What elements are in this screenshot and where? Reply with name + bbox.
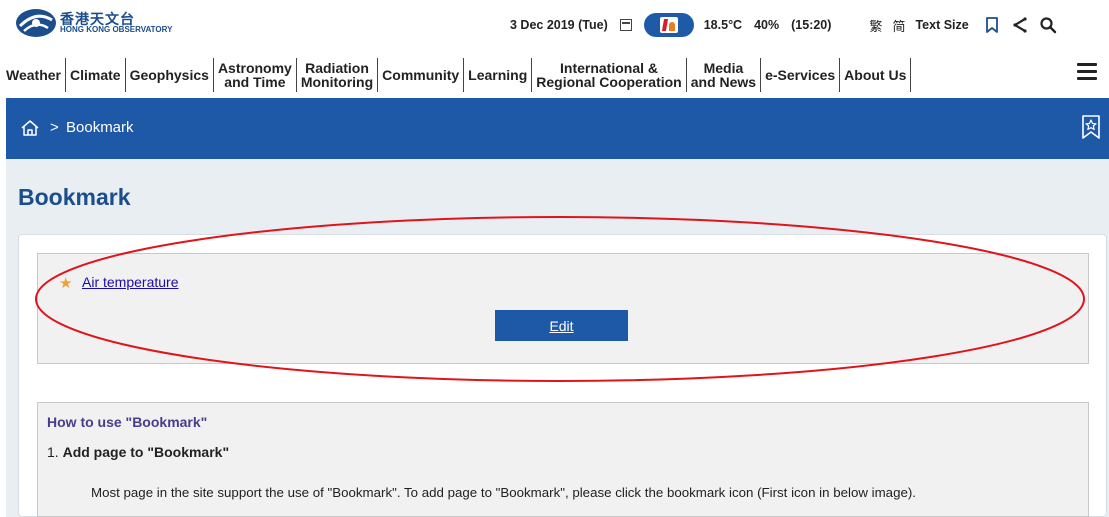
hamburger-menu-icon[interactable] bbox=[1077, 63, 1097, 81]
bookmark-link-air-temperature[interactable]: Air temperature bbox=[82, 274, 178, 290]
nav-geophysics[interactable]: Geophysics bbox=[126, 58, 214, 92]
nav-about-us[interactable]: About Us bbox=[840, 58, 912, 92]
nav-astronomy-time[interactable]: Astronomy and Time bbox=[214, 58, 297, 92]
nav-climate[interactable]: Climate bbox=[66, 58, 126, 92]
star-icon: ★ bbox=[59, 275, 73, 292]
page-title: Bookmark bbox=[18, 184, 131, 210]
breadcrumb-current: Bookmark bbox=[66, 119, 134, 136]
breadcrumb: > Bookmark bbox=[6, 98, 1109, 159]
howto-step-number: 1. bbox=[47, 444, 59, 460]
top-bar: 香港天文台 HONG KONG OBSERVATORY 3 Dec 2019 (… bbox=[0, 0, 1109, 42]
howto-step-1: 1. Add page to "Bookmark" bbox=[47, 444, 229, 460]
nav-e-services[interactable]: e-Services bbox=[761, 58, 841, 92]
nav-media-line2: and News bbox=[690, 74, 757, 90]
status-humidity: 40% bbox=[754, 18, 780, 32]
main-nav: Weather Climate Geophysics Astronomy and … bbox=[0, 53, 1109, 97]
weather-status: 3 Dec 2019 (Tue) 18.5°C 40% (15:20) 繁 简 … bbox=[510, 13, 1067, 37]
logo-chinese-name: 香港天文台 bbox=[60, 11, 135, 27]
howto-step-title: Add page to "Bookmark" bbox=[62, 444, 230, 460]
breadcrumb-separator: > bbox=[50, 119, 59, 136]
bookmark-list-panel bbox=[37, 253, 1089, 364]
nav-weather[interactable]: Weather bbox=[0, 58, 66, 92]
howto-description: Most page in the site support the use of… bbox=[91, 485, 916, 500]
lang-traditional-link[interactable]: 繁 bbox=[869, 16, 882, 35]
home-icon[interactable] bbox=[20, 118, 40, 138]
lang-simplified-link[interactable]: 简 bbox=[892, 16, 905, 35]
status-temperature: 18.5°C bbox=[703, 18, 743, 32]
nav-astronomy-time-line2: and Time bbox=[224, 74, 286, 90]
status-date: 3 Dec 2019 (Tue) bbox=[510, 18, 608, 32]
nav-radiation-monitoring[interactable]: Radiation Monitoring bbox=[297, 58, 379, 92]
bookmark-icon[interactable] bbox=[983, 16, 1001, 34]
nav-community[interactable]: Community bbox=[378, 58, 465, 92]
text-size-button[interactable]: Text Size bbox=[915, 18, 968, 32]
nav-international-line2: Regional Cooperation bbox=[536, 74, 682, 90]
warning-signal-badge[interactable] bbox=[643, 13, 694, 37]
calendar-icon[interactable] bbox=[619, 19, 632, 31]
bookmark-star-icon[interactable] bbox=[1081, 114, 1101, 140]
nav-radiation-line2: Monitoring bbox=[300, 74, 374, 90]
howto-title: How to use "Bookmark" bbox=[47, 414, 208, 430]
nav-learning[interactable]: Learning bbox=[464, 58, 533, 92]
nav-media-news[interactable]: Media and News bbox=[687, 58, 762, 92]
nav-international-cooperation[interactable]: International & Regional Cooperation bbox=[532, 58, 687, 92]
share-icon[interactable] bbox=[1011, 16, 1029, 34]
logo-english-name: HONG KONG OBSERVATORY bbox=[60, 25, 173, 34]
status-time: (15:20) bbox=[791, 18, 832, 32]
search-icon[interactable] bbox=[1039, 16, 1057, 34]
fire-danger-warning-icon bbox=[659, 17, 678, 33]
hko-logo[interactable]: 香港天文台 HONG KONG OBSERVATORY bbox=[14, 8, 172, 38]
edit-button[interactable]: Edit bbox=[495, 310, 628, 341]
hko-logo-mark-icon bbox=[14, 8, 58, 38]
